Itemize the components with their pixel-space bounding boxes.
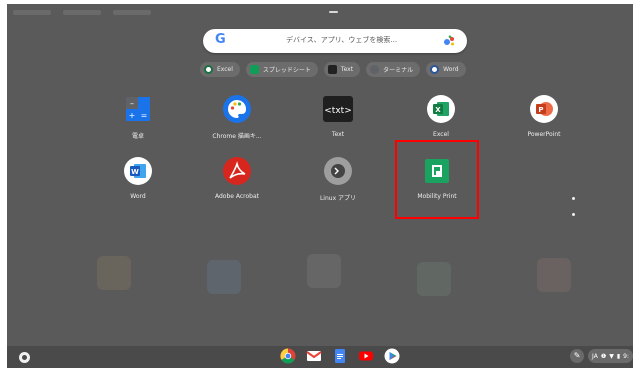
blurred-top-bar [7,4,307,16]
battery-icon: ▮ [616,352,621,360]
suggestion-chips: Excel スプレッドシート Text ターミナル Word [200,62,466,77]
linux-apps-icon [324,157,352,185]
sheets-icon [249,65,259,74]
chip-label: Word [443,66,459,73]
chip-sheets[interactable]: スプレッドシート [245,62,318,77]
calculator-icon: – + = [126,97,150,121]
blurred-background [7,244,633,324]
app-label: Text [331,131,345,138]
app-excel[interactable]: X Excel [396,94,486,144]
powerpoint-icon: P [530,95,558,123]
excel-icon: X [427,95,455,123]
svg-text:+: + [129,111,136,120]
ime-indicator: JA [592,352,598,360]
app-label: Linux アプリ [319,195,357,202]
app-powerpoint[interactable]: P PowerPoint [499,94,589,144]
status-tray: ✎ JA ❶ ▼ ▮ 9: [570,349,633,363]
text-icon [327,65,337,74]
info-icon: ❶ [600,352,607,360]
svg-text:P: P [538,106,543,114]
svg-text:<txt>: <txt> [324,106,351,116]
google-logo: G [215,32,226,47]
app-linux[interactable]: Linux アプリ [293,156,383,206]
wifi-icon: ▼ [609,352,614,360]
search-input[interactable]: デバイス、アプリ、ウェブを検索... [286,35,397,45]
chip-label: Excel [217,66,233,73]
app-label: Chrome 描画キ... [212,133,262,140]
chip-label: ターミナル [383,67,414,74]
chip-label: スプレッドシート [262,67,311,74]
chromeos-launcher: G デバイス、アプリ、ウェブを検索... Excel スプレッドシート Text… [7,4,633,368]
launcher-button[interactable] [19,352,30,363]
svg-text:=: = [141,111,148,120]
app-label: Word [130,193,146,200]
pinned-apps [280,348,400,364]
gmail-icon[interactable] [306,348,322,364]
status-area[interactable]: JA ❶ ▼ ▮ 9: [588,349,633,363]
chrome-canvas-icon [223,95,251,123]
app-calculator[interactable]: – + = 電卓 [93,94,183,144]
play-store-icon[interactable] [384,348,400,364]
stylus-icon[interactable]: ✎ [570,349,585,363]
docs-icon[interactable] [332,348,348,364]
launcher-search-box[interactable]: G デバイス、アプリ、ウェブを検索... [203,29,467,53]
excel-icon [204,65,213,74]
acrobat-icon [223,157,251,185]
app-adobe-acrobat[interactable]: Adobe Acrobat [192,156,282,206]
svg-text:X: X [435,106,441,114]
chip-word[interactable]: Word [426,62,466,77]
app-text[interactable]: <txt> Text [293,94,383,144]
chip-text[interactable]: Text [323,62,361,77]
assistant-icon[interactable] [443,35,455,47]
chip-label: Text [340,66,354,73]
svg-text:W: W [131,168,139,176]
word-icon [430,65,440,74]
app-label: 電卓 [131,133,144,140]
launcher-drag-handle[interactable] [329,11,338,13]
terminal-icon [370,65,380,74]
chrome-icon[interactable] [280,348,296,364]
app-chrome-canvas[interactable]: Chrome 描画キ... [192,94,282,144]
highlight-box [395,140,479,219]
app-label: Excel [433,131,449,138]
svg-text:–: – [130,99,134,108]
app-label: Adobe Acrobat [214,193,260,200]
chip-terminal[interactable]: ターミナル [366,62,421,77]
app-word[interactable]: W Word [93,156,183,206]
clock: 9: [623,352,629,360]
text-icon: <txt> [323,96,353,122]
app-label: PowerPoint [527,131,561,138]
word-icon: W [124,157,152,185]
page-indicator-dot[interactable] [572,213,575,216]
shelf: ✎ JA ❶ ▼ ▮ 9: [7,346,633,368]
chip-excel[interactable]: Excel [200,62,240,77]
youtube-icon[interactable] [358,348,374,364]
page-indicator-dot[interactable] [572,197,575,200]
screenshot-frame: G デバイス、アプリ、ウェブを検索... Excel スプレッドシート Text… [0,0,637,368]
